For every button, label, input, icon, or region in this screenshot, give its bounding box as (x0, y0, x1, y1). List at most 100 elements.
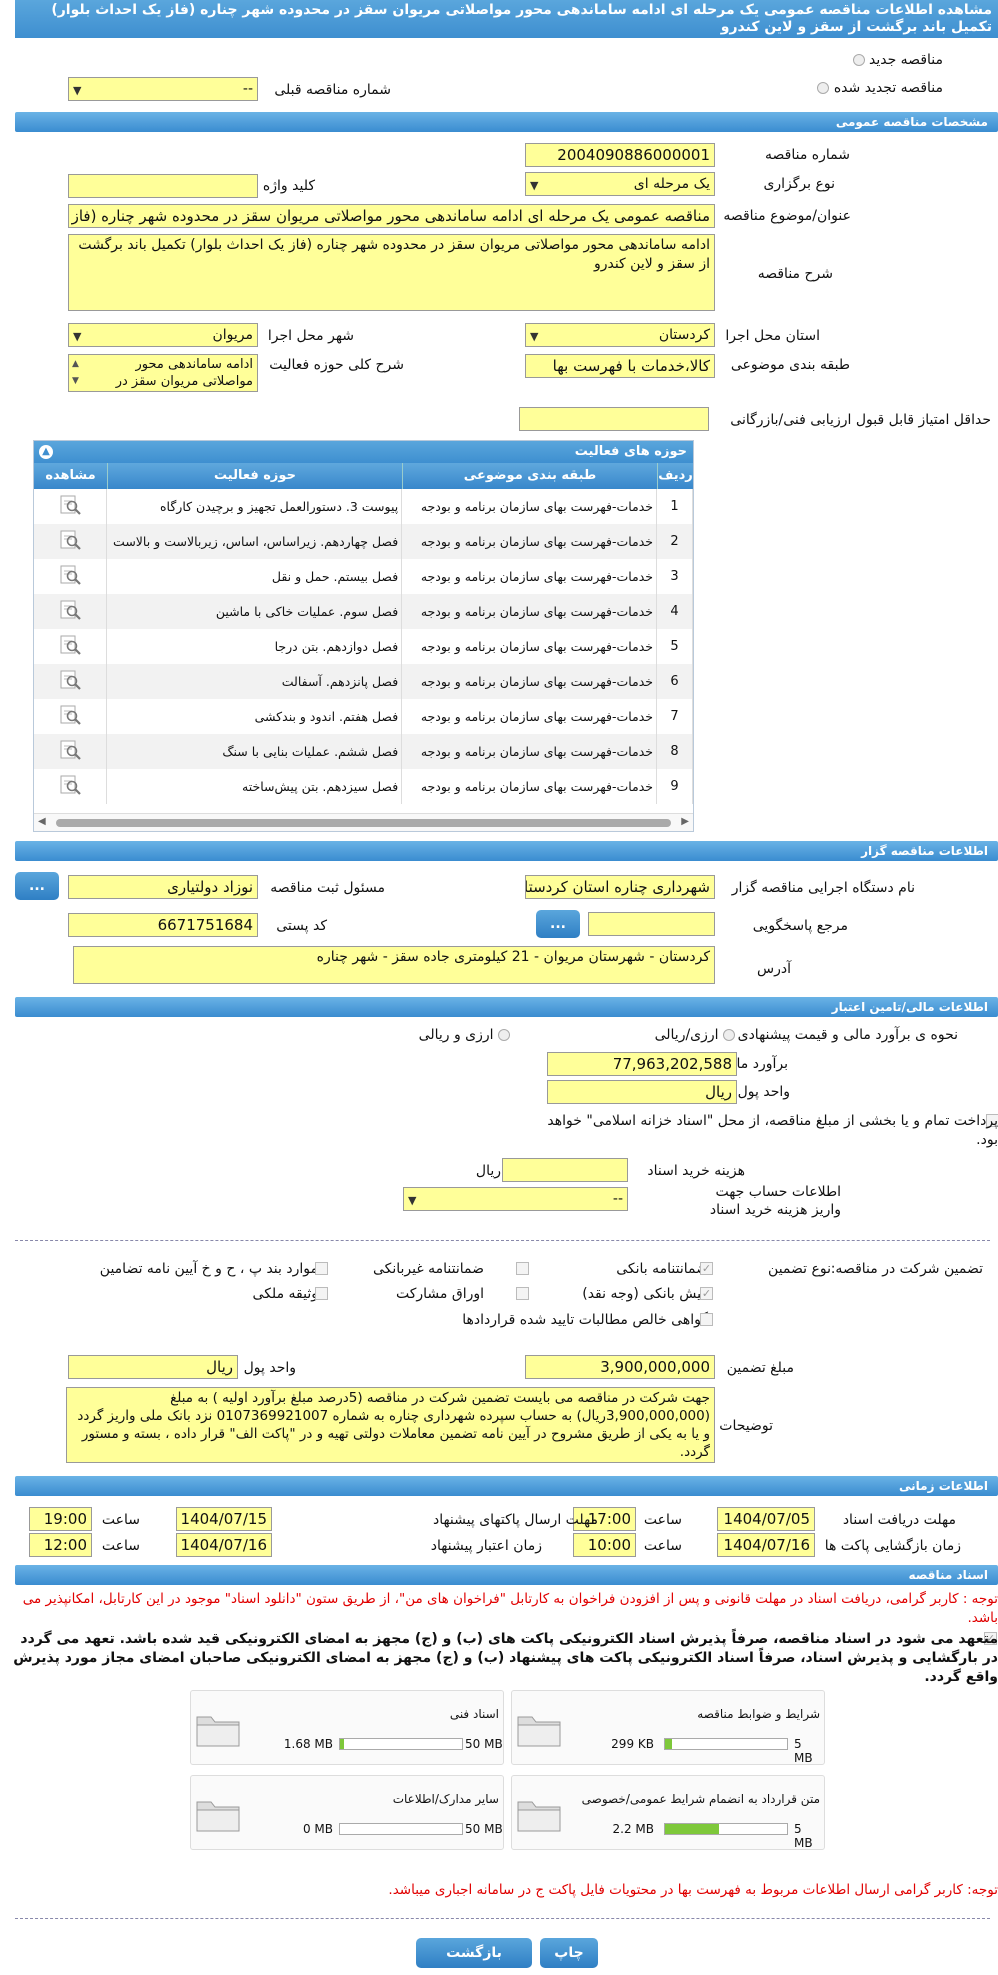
ref-label: مرجع پاسخگویی (752, 918, 848, 934)
city-select[interactable]: ▼ مریوان (68, 323, 258, 347)
row-field: پیوست 3. دستورالعمل تجهیز و برچیدن کارگا… (106, 489, 403, 524)
scroll-left-icon[interactable]: ◀ (38, 816, 46, 827)
doc-card-contract[interactable]: متن قرارداد به انضمام شرایط عمومی/خصوصی … (511, 1775, 825, 1850)
doc-progress (339, 1823, 463, 1835)
divider (15, 1240, 990, 1241)
row-number: 9 (656, 769, 693, 804)
claims-checkbox[interactable] (700, 1313, 713, 1326)
row-view (34, 559, 108, 594)
resp-lookup-button[interactable]: ... (15, 872, 59, 900)
new-tender-radio[interactable]: مناقصه جدید (852, 52, 943, 68)
guarantee-opt-nonbank[interactable]: ضمانتنامه غیربانکی (373, 1261, 484, 1277)
property-checkbox[interactable] (315, 1287, 328, 1300)
scroll-right-icon[interactable]: ▶ (681, 816, 689, 827)
city-label: شهر محل اجرا (267, 328, 354, 344)
page-title: مشاهده اطلاعات مناقصه عمومی یک مرحله ای … (51, 2, 992, 35)
table-row: 6 خدمات-فهرست بهای سازمان برنامه و بودجه ف… (34, 664, 693, 699)
clauses-checkbox[interactable] (315, 1262, 328, 1275)
magnifier-icon[interactable] (58, 704, 82, 726)
min-score-field (519, 407, 709, 431)
account-select[interactable]: ▼ -- (403, 1187, 628, 1211)
cash-checkbox[interactable]: ✓ (700, 1287, 713, 1300)
guarantee-opt-cash[interactable]: فیش بانکی (وجه نقد) (582, 1286, 708, 1302)
guarantee-opt-bonds[interactable]: اوراق مشارکت (396, 1286, 484, 1302)
valid-label: زمان اعتبار پیشنهاد (430, 1538, 542, 1554)
commit-text: متعهد می شود در اسناد مناقصه، صرفاً پذیر… (13, 1631, 998, 1685)
doc-max: 50 MB (465, 1822, 503, 1836)
open-date: 1404/07/16 (717, 1533, 815, 1557)
doc-name: متن قرارداد به انضمام شرایط عمومی/خصوصی (581, 1792, 820, 1806)
guarantee-opt-clauses[interactable]: موارد بند پ ، ح و خ آیین نامه تضامین (100, 1261, 318, 1277)
doc-progress-fill (340, 1739, 344, 1749)
row-field: فصل پانزدهم. آسفالت (106, 664, 403, 699)
row-view (34, 734, 108, 769)
magnifier-icon[interactable] (58, 774, 82, 796)
notes-label: توضیحات (719, 1418, 773, 1434)
currency-field: ریال (547, 1080, 737, 1104)
magnifier-icon[interactable] (58, 634, 82, 656)
section-general: مشخصات مناقصه عمومی (15, 112, 998, 132)
send-time: 19:00 (29, 1507, 92, 1531)
divider (15, 1918, 990, 1919)
row-category: خدمات-فهرست بهای سازمان برنامه و بودجه (401, 559, 658, 594)
magnifier-icon[interactable] (58, 669, 82, 691)
print-button[interactable]: چاپ (540, 1938, 598, 1968)
guarantee-opt-bank[interactable]: ضمانتنامه بانکی (616, 1261, 708, 1277)
doc-name: شرایط و ضوابط مناقصه (697, 1707, 820, 1721)
valid-time-label: ساعت (101, 1538, 140, 1554)
guarantee-opt-property[interactable]: وثیقه ملکی (253, 1286, 318, 1302)
scroll-thumb[interactable] (56, 819, 671, 827)
row-number: 8 (656, 734, 693, 769)
collapse-icon[interactable]: ▲ (39, 445, 53, 459)
addr-label: آدرس (757, 961, 791, 977)
subject-label: عنوان/موضوع مناقصه (723, 208, 851, 224)
section-finance: اطلاعات مالی/تامین اعتبار (15, 997, 998, 1017)
doc-card-technical[interactable]: اسناد فنی 50 MB 1.68 MB (190, 1690, 504, 1765)
ref-field (588, 912, 715, 936)
keyword-field (68, 174, 258, 198)
guarantee-label: تضمین شرکت در مناقصه: (830, 1261, 983, 1277)
keyword-label: کلید واژه (262, 178, 315, 194)
magnifier-icon[interactable] (58, 529, 82, 551)
guarantee-currency-label: واحد پول (243, 1360, 296, 1376)
open-time-label: ساعت (643, 1538, 682, 1554)
bonds-checkbox[interactable] (516, 1287, 529, 1300)
prev-number-select[interactable]: ▼ -- (68, 77, 258, 101)
row-view (34, 699, 108, 734)
nonbank-checkbox[interactable] (516, 1262, 529, 1275)
doc-card-other[interactable]: سایر مدارک/اطلاعات 50 MB 0 MB (190, 1775, 504, 1850)
doc-progress (664, 1738, 788, 1750)
row-category: خدمات-فهرست بهای سازمان برنامه و بودجه (401, 629, 658, 664)
doc-size: 2.2 MB (612, 1822, 654, 1836)
row-view (34, 524, 108, 559)
activity-grid: حوزه های فعالیت ▲ ردیف طبقه بندی موضوعی … (33, 440, 694, 832)
guarantee-opt-claims[interactable]: گواهی خالص مطالبات تایید شده قراردادها (462, 1312, 708, 1328)
folder-icon (196, 1716, 240, 1747)
org-name-label: نام دستگاه اجرایی مناقصه گزار (731, 880, 915, 896)
ref-lookup-button[interactable]: ... (536, 910, 580, 938)
method-opt1-radio[interactable]: ارزی/ریالی (655, 1027, 735, 1043)
doc-progress-fill (665, 1824, 719, 1834)
page-title-bar: مشاهده اطلاعات مناقصه عمومی یک مرحله ای … (15, 0, 998, 38)
doc-progress (664, 1823, 788, 1835)
type-select[interactable]: ▼ یک مرحله ای (525, 172, 715, 196)
back-button[interactable]: بازگشت (416, 1938, 532, 1968)
magnifier-icon[interactable] (58, 564, 82, 586)
renewed-tender-radio[interactable]: مناقصه تجدید شده (817, 80, 943, 96)
row-view (34, 629, 108, 664)
bank-checkbox[interactable]: ✓ (700, 1262, 713, 1275)
currency-label: واحد پول (737, 1084, 790, 1100)
valid-time: 12:00 (29, 1533, 92, 1557)
province-select[interactable]: ▼ کردستان (525, 323, 715, 347)
horizontal-scrollbar[interactable]: ◀ ▶ (34, 813, 693, 831)
row-field: فصل سوم. عملیات خاکی با ماشین (106, 594, 403, 629)
row-category: خدمات-فهرست بهای سازمان برنامه و بودجه (401, 734, 658, 769)
doc-card-conditions[interactable]: شرایط و ضوابط مناقصه 5 MB 299 KB (511, 1690, 825, 1765)
method-opt2-radio[interactable]: ارزی و ریالی (419, 1027, 510, 1043)
magnifier-icon[interactable] (58, 494, 82, 516)
scope-field[interactable]: ادامه ساماندهی محور مواصلاتی مریوان سقز … (68, 354, 258, 392)
scope-label: شرح کلی حوزه فعالیت (269, 357, 404, 373)
magnifier-icon[interactable] (58, 599, 82, 621)
folder-icon (196, 1801, 240, 1832)
magnifier-icon[interactable] (58, 739, 82, 761)
